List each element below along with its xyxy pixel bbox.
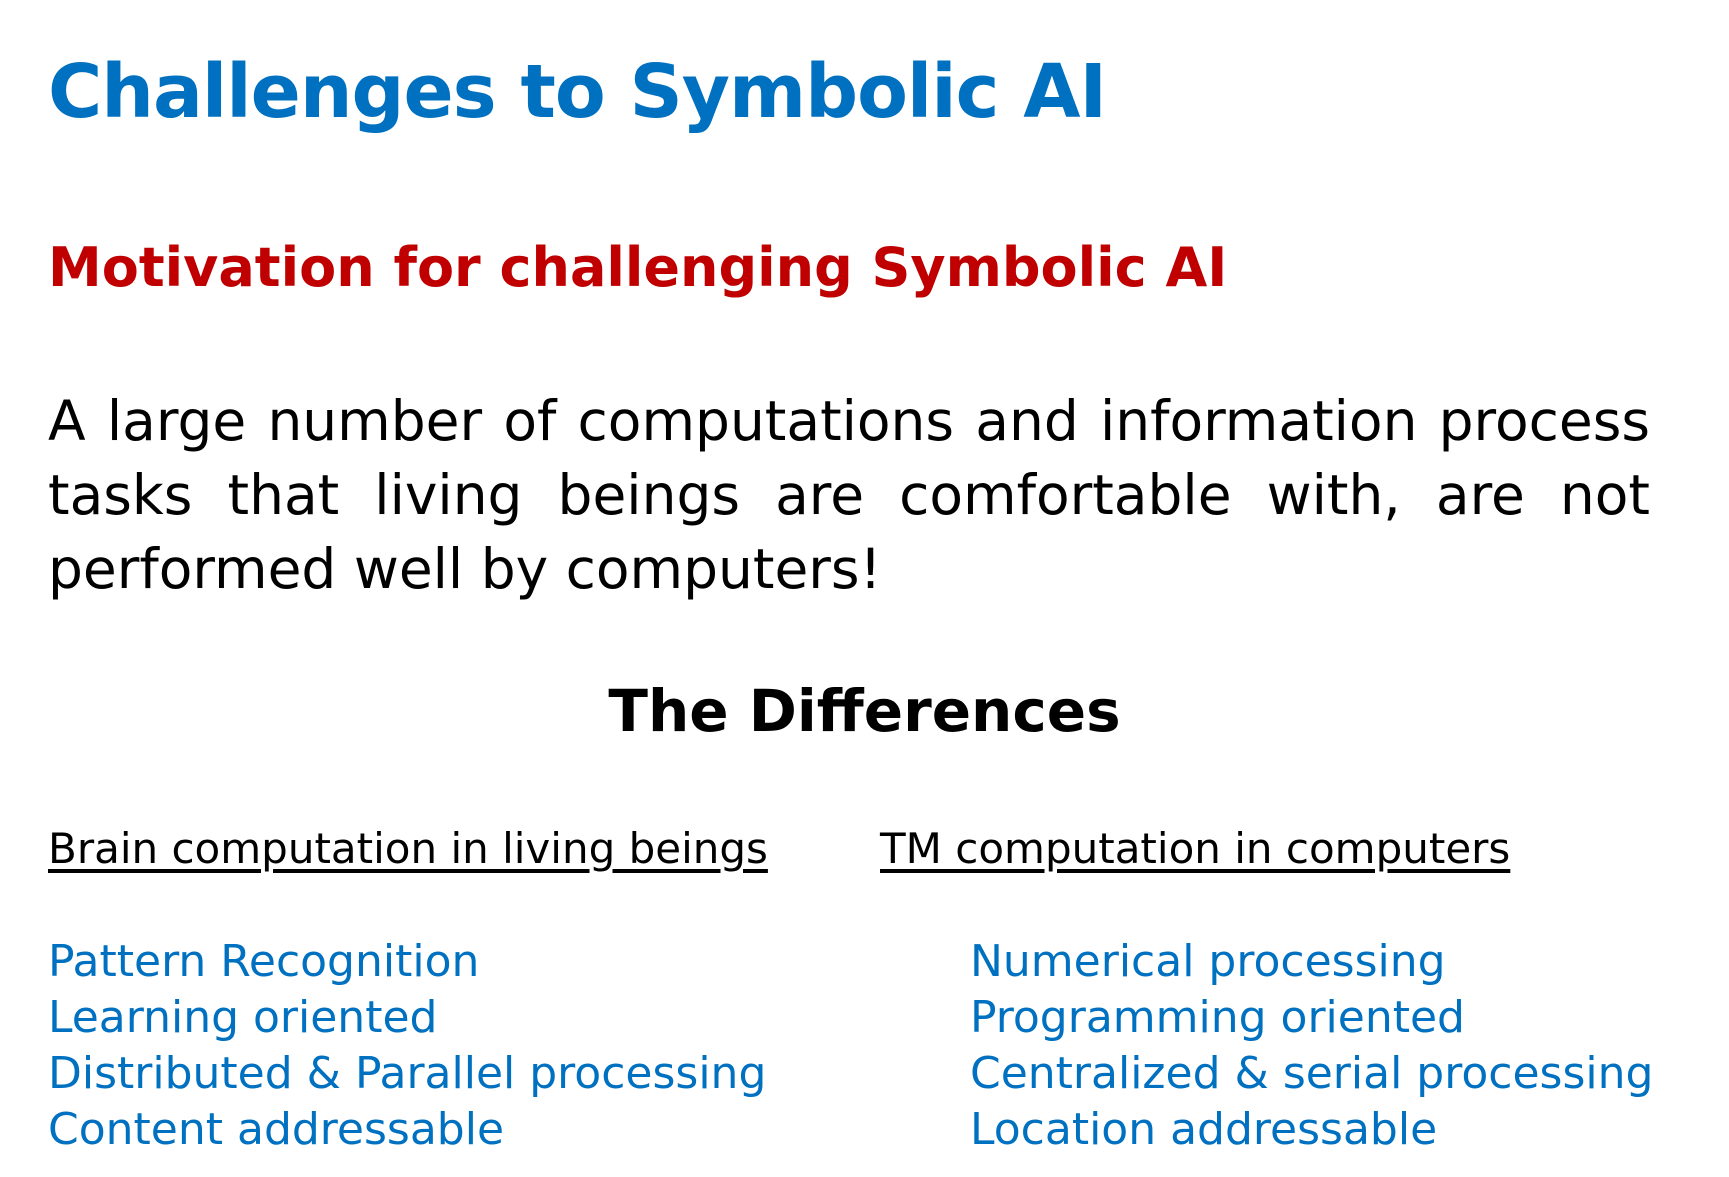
list-item: Programming oriented xyxy=(970,992,1465,1043)
differences-heading: The Differences xyxy=(608,677,1121,745)
left-column-list: Pattern Recognition Learning oriented Di… xyxy=(48,934,766,1158)
list-item: Pattern Recognition xyxy=(48,936,480,987)
list-item: Learning oriented xyxy=(48,992,438,1043)
right-column-heading: TM computation in computers xyxy=(880,824,1511,873)
right-column-list: Numerical processing Programming oriente… xyxy=(970,934,1653,1158)
left-column-heading: Brain computation in living beings xyxy=(48,824,768,873)
list-item: Location addressable xyxy=(970,1104,1438,1155)
slide: Challenges to Symbolic AI Motivation for… xyxy=(0,0,1729,1177)
slide-subtitle: Motivation for challenging Symbolic AI xyxy=(48,236,1228,299)
list-item: Centralized & serial processing xyxy=(970,1048,1654,1099)
body-paragraph: A large number of computations and infor… xyxy=(48,389,1650,601)
list-item: Distributed & Parallel processing xyxy=(48,1048,767,1099)
slide-title: Challenges to Symbolic AI xyxy=(48,49,1107,135)
list-item: Content addressable xyxy=(48,1104,505,1155)
list-item: Numerical processing xyxy=(970,936,1446,987)
